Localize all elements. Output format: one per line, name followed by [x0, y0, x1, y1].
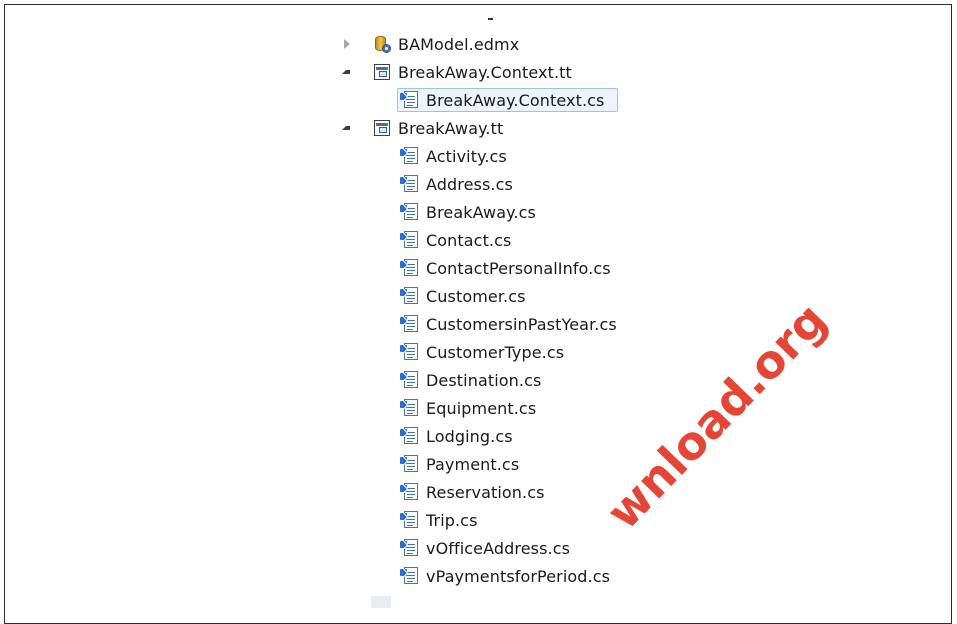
- tree-row-customersinpastyear-cs[interactable]: CustomersinPastYear.cs: [0, 310, 957, 338]
- tree-node-label: CustomerType.cs: [426, 342, 565, 362]
- tree-node-breakaway-tt[interactable]: BreakAway.tt: [369, 116, 507, 140]
- tree-node-bamodel-edmx[interactable]: BAModel.edmx: [369, 32, 523, 56]
- cs-file-icon: [400, 314, 420, 334]
- cs-file-icon: [400, 90, 420, 110]
- tree-node-label: Contact.cs: [426, 230, 512, 250]
- tree-node-breakaway-context-cs[interactable]: BreakAway.Context.cs: [397, 88, 618, 112]
- tree-node-label: ContactPersonalInfo.cs: [426, 258, 611, 278]
- cs-file-icon: [400, 398, 420, 418]
- tree-row-breakaway-cs[interactable]: BreakAway.cs: [0, 198, 957, 226]
- tree-row-lodging-cs[interactable]: Lodging.cs: [0, 422, 957, 450]
- tree-row-vofficeaddress-cs[interactable]: vOfficeAddress.cs: [0, 534, 957, 562]
- tree-row-breakaway-context-cs[interactable]: BreakAway.Context.cs: [0, 86, 957, 114]
- tree-node-customertype-cs[interactable]: CustomerType.cs: [397, 340, 568, 364]
- expand-arrow-icon[interactable]: [340, 38, 352, 50]
- tt-template-icon: [372, 62, 392, 82]
- tt-template-icon: [372, 118, 392, 138]
- tree-node-label: CustomersinPastYear.cs: [426, 314, 617, 334]
- partial-row-icon: [371, 596, 391, 608]
- cs-file-icon: [400, 370, 420, 390]
- tree-node-label: Lodging.cs: [426, 426, 513, 446]
- cs-file-icon: [400, 342, 420, 362]
- tree-node-equipment-cs[interactable]: Equipment.cs: [397, 396, 540, 420]
- tree-node-payment-cs[interactable]: Payment.cs: [397, 452, 523, 476]
- tree-node-address-cs[interactable]: Address.cs: [397, 172, 517, 196]
- tree-node-label: Trip.cs: [426, 510, 478, 530]
- tree-row-bamodel-edmx[interactable]: BAModel.edmx: [0, 30, 957, 58]
- tree-node-destination-cs[interactable]: Destination.cs: [397, 368, 545, 392]
- tree-row-breakaway-tt[interactable]: BreakAway.tt: [0, 114, 957, 142]
- file-tree: BAModel.edmx BreakAway.Context.tt BreakA…: [0, 0, 957, 610]
- cs-file-icon: [400, 146, 420, 166]
- tree-node-label: Equipment.cs: [426, 398, 537, 418]
- tree-row-reservation-cs[interactable]: Reservation.cs: [0, 478, 957, 506]
- tree-row-destination-cs[interactable]: Destination.cs: [0, 366, 957, 394]
- edmx-icon: [372, 34, 392, 54]
- tree-node-customersinpastyear-cs[interactable]: CustomersinPastYear.cs: [397, 312, 621, 336]
- tree-node-trip-cs[interactable]: Trip.cs: [397, 508, 482, 532]
- tree-row-contactpersonalinfo-cs[interactable]: ContactPersonalInfo.cs: [0, 254, 957, 282]
- tree-node-breakaway-context-tt[interactable]: BreakAway.Context.tt: [369, 60, 576, 84]
- tree-row-equipment-cs[interactable]: Equipment.cs: [0, 394, 957, 422]
- tree-node-label: vOfficeAddress.cs: [426, 538, 571, 558]
- tree-row-payment-cs[interactable]: Payment.cs: [0, 450, 957, 478]
- tree-node-customer-cs[interactable]: Customer.cs: [397, 284, 530, 308]
- tree-row-address-cs[interactable]: Address.cs: [0, 170, 957, 198]
- tree-node-label: Activity.cs: [426, 146, 507, 166]
- collapse-arrow-icon[interactable]: [340, 122, 352, 134]
- cs-file-icon: [400, 286, 420, 306]
- collapse-arrow-icon[interactable]: [340, 66, 352, 78]
- cs-file-icon: [400, 230, 420, 250]
- cs-file-icon: [400, 454, 420, 474]
- cs-file-icon: [400, 482, 420, 502]
- tree-node-label: BreakAway.cs: [426, 202, 536, 222]
- tree-row-trip-cs[interactable]: Trip.cs: [0, 506, 957, 534]
- tree-node-vofficeaddress-cs[interactable]: vOfficeAddress.cs: [397, 536, 574, 560]
- tree-row-activity-cs[interactable]: Activity.cs: [0, 142, 957, 170]
- tree-node-label: Reservation.cs: [426, 482, 545, 502]
- tree-node-label: BreakAway.Context.cs: [426, 90, 605, 110]
- tree-node-reservation-cs[interactable]: Reservation.cs: [397, 480, 549, 504]
- tree-row-vpaymentsforperiod-cs[interactable]: vPaymentsforPeriod.cs: [0, 562, 957, 590]
- tree-node-label: BAModel.edmx: [398, 34, 520, 54]
- cs-file-icon: [400, 538, 420, 558]
- tree-row-contact-cs[interactable]: Contact.cs: [0, 226, 957, 254]
- tree-row-customer-cs[interactable]: Customer.cs: [0, 282, 957, 310]
- cs-file-icon: [400, 426, 420, 446]
- tree-row-customertype-cs[interactable]: CustomerType.cs: [0, 338, 957, 366]
- tree-node-label: Payment.cs: [426, 454, 520, 474]
- tree-row-breakaway-context-tt[interactable]: BreakAway.Context.tt: [0, 58, 957, 86]
- cs-file-icon: [400, 174, 420, 194]
- cs-file-icon: [400, 258, 420, 278]
- tree-node-label: BreakAway.Context.tt: [398, 62, 572, 82]
- tree-node-label: Customer.cs: [426, 286, 526, 306]
- tree-node-label: Address.cs: [426, 174, 513, 194]
- tree-node-activity-cs[interactable]: Activity.cs: [397, 144, 511, 168]
- tree-node-contactpersonalinfo-cs[interactable]: ContactPersonalInfo.cs: [397, 256, 615, 280]
- cs-file-icon: [400, 510, 420, 530]
- tree-node-breakaway-cs[interactable]: BreakAway.cs: [397, 200, 540, 224]
- tree-node-label: Destination.cs: [426, 370, 542, 390]
- tree-node-contact-cs[interactable]: Contact.cs: [397, 228, 515, 252]
- tree-node-lodging-cs[interactable]: Lodging.cs: [397, 424, 517, 448]
- tree-node-label: BreakAway.tt: [398, 118, 504, 138]
- tree-node-vpaymentsforperiod-cs[interactable]: vPaymentsforPeriod.cs: [397, 564, 614, 588]
- tree-node-label: vPaymentsforPeriod.cs: [426, 566, 611, 586]
- cs-file-icon: [400, 202, 420, 222]
- cs-file-icon: [400, 566, 420, 586]
